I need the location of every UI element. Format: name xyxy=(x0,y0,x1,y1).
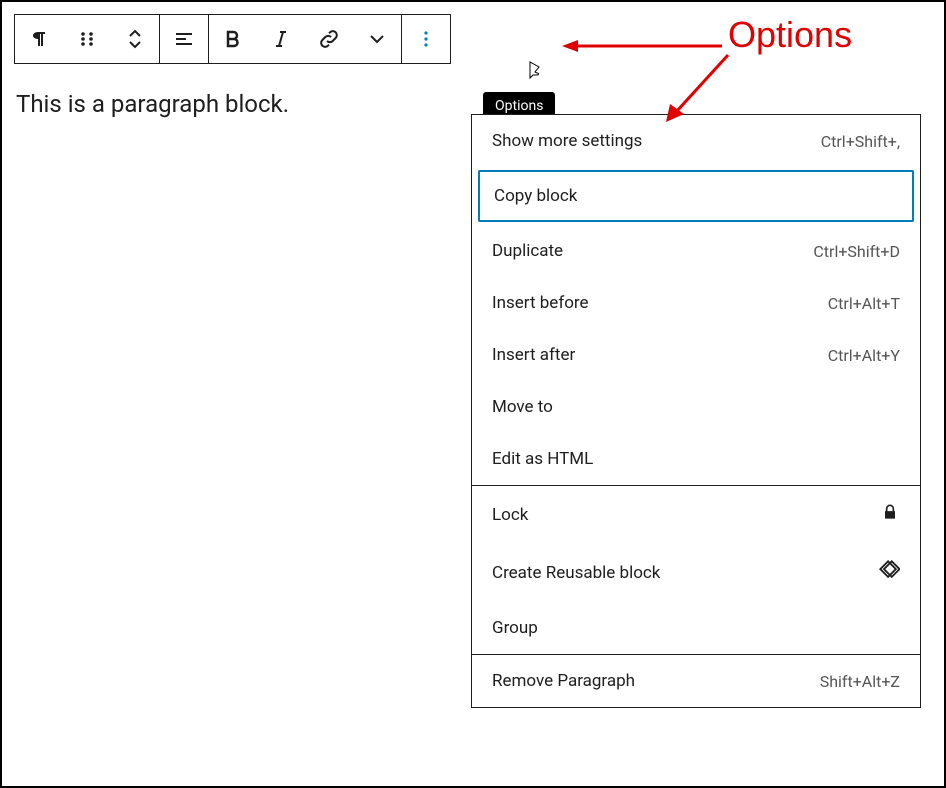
menu-item-label: Insert before xyxy=(492,293,589,313)
drag-icon xyxy=(75,27,99,51)
more-vertical-icon xyxy=(414,27,438,51)
menu-item-label: Edit as HTML xyxy=(492,449,593,469)
lock-icon xyxy=(880,502,900,527)
menu-item-shortcut: Ctrl+Shift+D xyxy=(813,242,900,261)
options-menu: Show more settings Ctrl+Shift+, Copy blo… xyxy=(471,114,921,708)
block-toolbar xyxy=(14,14,451,64)
toolbar-group-format xyxy=(209,15,402,63)
italic-icon xyxy=(269,27,293,51)
menu-item-label: Insert after xyxy=(492,345,575,365)
menu-item-label: Show more settings xyxy=(492,131,642,151)
menu-lock[interactable]: Lock xyxy=(472,486,920,543)
menu-item-shortcut: Shift+Alt+Z xyxy=(820,672,900,691)
paragraph-text: This is a paragraph block. xyxy=(16,90,289,118)
chevron-down-icon xyxy=(365,27,389,51)
pointer-cursor-icon xyxy=(524,60,544,88)
menu-move-to[interactable]: Move to xyxy=(472,381,920,433)
more-formatting-button[interactable] xyxy=(353,15,401,63)
options-button[interactable] xyxy=(402,15,450,63)
menu-item-label: Lock xyxy=(492,505,528,525)
reusable-icon xyxy=(878,559,900,586)
paragraph-icon xyxy=(27,27,51,51)
block-type-button[interactable] xyxy=(15,15,63,63)
menu-insert-before[interactable]: Insert before Ctrl+Alt+T xyxy=(472,277,920,329)
chevrons-updown-icon xyxy=(123,27,147,51)
menu-item-label: Move to xyxy=(492,397,553,417)
link-icon xyxy=(317,27,341,51)
tooltip-text: Options xyxy=(495,98,543,114)
menu-edit-as-html[interactable]: Edit as HTML xyxy=(472,433,920,485)
toolbar-group-options xyxy=(402,15,450,63)
menu-create-reusable-block[interactable]: Create Reusable block xyxy=(472,543,920,602)
move-updown-button[interactable] xyxy=(111,15,159,63)
annotation-label: Options xyxy=(728,14,852,56)
toolbar-group-align xyxy=(160,15,209,63)
menu-item-label: Group xyxy=(492,618,538,638)
editor-frame: Options This is a paragraph block. Show … xyxy=(0,0,946,788)
align-left-icon xyxy=(172,27,196,51)
annotation-text: Options xyxy=(728,14,852,55)
menu-item-shortcut: Ctrl+Alt+Y xyxy=(828,346,900,365)
menu-item-label: Create Reusable block xyxy=(492,563,660,583)
menu-group[interactable]: Group xyxy=(472,602,920,654)
bold-icon xyxy=(221,27,245,51)
menu-remove-paragraph[interactable]: Remove Paragraph Shift+Alt+Z xyxy=(472,655,920,707)
menu-item-label: Duplicate xyxy=(492,241,563,261)
bold-button[interactable] xyxy=(209,15,257,63)
paragraph-block[interactable]: This is a paragraph block. xyxy=(16,90,289,118)
link-button[interactable] xyxy=(305,15,353,63)
menu-copy-block[interactable]: Copy block xyxy=(478,170,914,222)
menu-item-shortcut: Ctrl+Shift+, xyxy=(821,132,900,151)
menu-item-label: Copy block xyxy=(494,186,577,206)
italic-button[interactable] xyxy=(257,15,305,63)
annotation-arrow-2 xyxy=(658,50,738,130)
toolbar-group-block xyxy=(15,15,160,63)
align-button[interactable] xyxy=(160,15,208,63)
menu-duplicate[interactable]: Duplicate Ctrl+Shift+D xyxy=(472,225,920,277)
drag-handle-button[interactable] xyxy=(63,15,111,63)
menu-item-shortcut: Ctrl+Alt+T xyxy=(828,294,900,313)
menu-item-label: Remove Paragraph xyxy=(492,671,635,691)
menu-insert-after[interactable]: Insert after Ctrl+Alt+Y xyxy=(472,329,920,381)
